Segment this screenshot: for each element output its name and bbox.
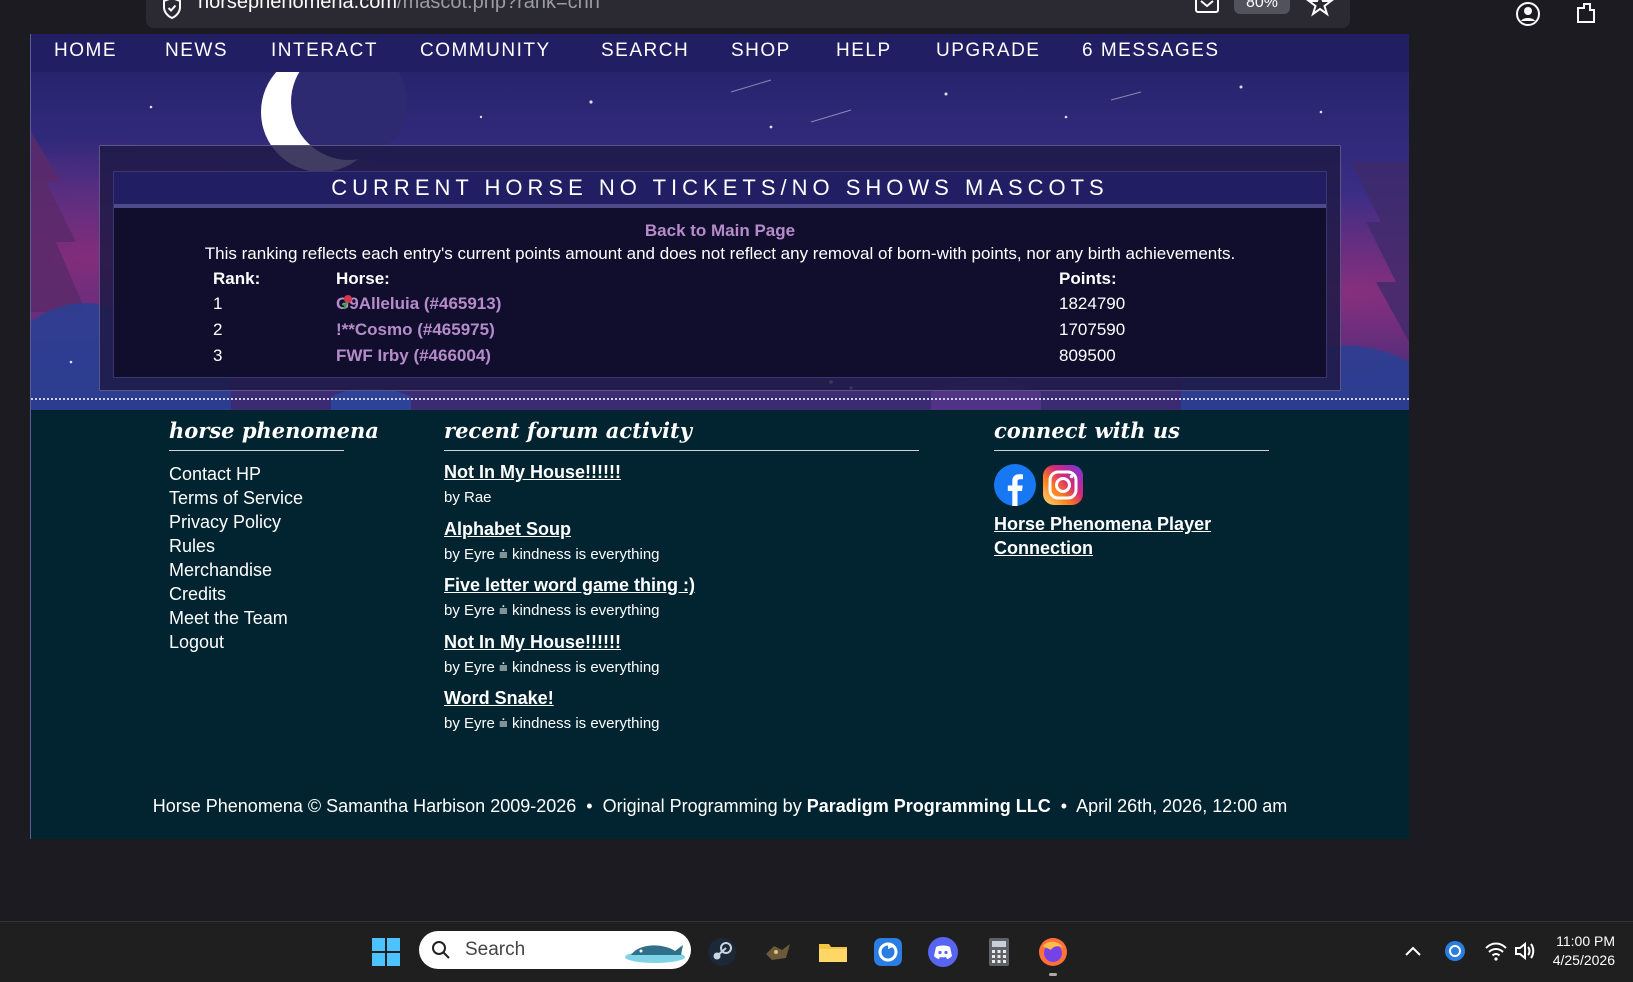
footer-rule	[444, 450, 919, 451]
rank-cell: 1	[213, 294, 223, 313]
forum-thread-link[interactable]: Not In My House!!!!!!	[444, 632, 621, 653]
horse-cell: G9Alleluia (#465913)	[336, 294, 501, 314]
forum-thread-author: by Eyre ⩧ kindness is everything	[444, 546, 660, 563]
footer-heading-site: horse phenomena	[169, 418, 379, 443]
points-cell: 1707590	[1059, 320, 1126, 339]
taskbar-search[interactable]: Search	[419, 931, 691, 969]
account-icon[interactable]	[1514, 0, 1542, 28]
main-nav: HOME NEWS INTERACT COMMUNITY SEARCH SHOP…	[31, 34, 1409, 72]
server-date: April 26th, 2026, 12:00 am	[1076, 796, 1288, 816]
footer-link-rules[interactable]: Rules	[169, 536, 215, 557]
save-to-pocket-icon[interactable]	[1194, 0, 1220, 14]
game-app-icon[interactable]	[762, 936, 794, 968]
back-to-main-link[interactable]: Back to Main Page	[114, 221, 1326, 241]
forum-thread-author: by Eyre ⩧ kindness is everything	[444, 659, 660, 676]
footer-link-logout[interactable]: Logout	[169, 632, 224, 653]
clock[interactable]: 11:00 PM 4/25/2026	[1553, 932, 1615, 970]
rank-header: Rank:	[213, 269, 261, 288]
forum-thread-author: by Eyre ⩧ kindness is everything	[444, 715, 660, 732]
footer-heading-connect: connect with us	[994, 418, 1180, 443]
rank-cell: 2	[213, 320, 223, 339]
footer-link-team[interactable]: Meet the Team	[169, 608, 288, 629]
forum-thread-link[interactable]: Not In My House!!!!!!	[444, 462, 621, 483]
shield-icon[interactable]	[160, 0, 184, 20]
nav-home[interactable]: HOME	[54, 40, 117, 62]
discord-icon[interactable]	[927, 936, 959, 968]
nav-search[interactable]: SEARCH	[601, 40, 689, 62]
forum-thread-link[interactable]: Alphabet Soup	[444, 519, 571, 540]
nav-news[interactable]: NEWS	[165, 40, 228, 62]
firefox-icon[interactable]	[1037, 936, 1069, 968]
address-bar[interactable]: horsephenomena.com/mascot.php?rank=chn 8…	[146, 0, 1350, 28]
forum-thread-author: by Eyre ⩧ kindness is everything	[444, 602, 660, 619]
file-explorer-icon[interactable]	[817, 936, 849, 968]
nav-community[interactable]: COMMUNITY	[420, 40, 551, 62]
points-cell: 809500	[1059, 346, 1116, 365]
page-content: HOME NEWS INTERACT COMMUNITY SEARCH SHOP…	[31, 34, 1409, 839]
active-app-indicator	[1049, 973, 1057, 976]
ranking-panel-frame: CURRENT HORSE NO TICKETS/NO SHOWS MASCOT…	[99, 145, 1341, 391]
search-icon	[432, 941, 450, 959]
rank-cell: 3	[213, 346, 223, 365]
footer-divider	[31, 398, 1409, 400]
rose-icon	[341, 295, 352, 310]
horse-link[interactable]: !**Cosmo (#465975)	[336, 320, 495, 339]
whale-highlight-icon	[625, 945, 685, 963]
points-header: Points:	[1059, 269, 1117, 288]
sync-tray-icon[interactable]	[1444, 940, 1466, 962]
ranking-panel: CURRENT HORSE NO TICKETS/NO SHOWS MASCOT…	[113, 171, 1327, 378]
footer-link-merchandise[interactable]: Merchandise	[169, 560, 272, 581]
bookmark-star-icon[interactable]	[1306, 0, 1334, 18]
clock-date: 4/25/2026	[1552, 952, 1615, 968]
copyright-text: Horse Phenomena © Samantha Harbison 2009…	[152, 796, 577, 816]
panel-title: CURRENT HORSE NO TICKETS/NO SHOWS MASCOT…	[114, 172, 1326, 208]
chevron-up-icon[interactable]	[1402, 940, 1424, 962]
nav-shop[interactable]: SHOP	[731, 40, 791, 62]
footer-link-contact[interactable]: Contact HP	[169, 464, 261, 485]
facebook-icon[interactable]	[994, 464, 1036, 506]
footer-link-privacy[interactable]: Privacy Policy	[169, 512, 281, 533]
nav-messages[interactable]: 6 MESSAGES	[1082, 40, 1220, 62]
clock-time: 11:00 PM	[1556, 933, 1615, 949]
footer-rule	[994, 450, 1269, 451]
instagram-icon[interactable]	[1042, 464, 1084, 506]
wifi-icon[interactable]	[1484, 940, 1508, 962]
points-cell: 1824790	[1059, 294, 1126, 313]
forum-thread-author: by Rae	[444, 489, 492, 506]
search-placeholder: Search	[465, 939, 526, 960]
windows-start-icon[interactable]	[370, 936, 402, 968]
horse-cell: !**Cosmo (#465975)	[336, 320, 495, 340]
forum-thread-link[interactable]: Word Snake!	[444, 688, 554, 709]
programming-credit: Original Programming by	[602, 796, 802, 816]
footer-link-terms[interactable]: Terms of Service	[169, 488, 303, 509]
night-sky-banner: CURRENT HORSE NO TICKETS/NO SHOWS MASCOT…	[31, 72, 1409, 410]
extensions-icon[interactable]	[1572, 0, 1598, 26]
sync-app-icon[interactable]	[872, 936, 904, 968]
nav-interact[interactable]: INTERACT	[271, 40, 378, 62]
copyright-line: Horse Phenomena © Samantha Harbison 2009…	[31, 796, 1409, 817]
company-link[interactable]: Paradigm Programming LLC	[807, 796, 1051, 816]
steam-icon[interactable]	[706, 936, 738, 968]
nav-upgrade[interactable]: UPGRADE	[936, 40, 1040, 62]
horse-link[interactable]: FWF Irby (#466004)	[336, 346, 491, 365]
forum-thread-link[interactable]: Five letter word game thing :)	[444, 575, 695, 596]
footer-heading-forum: recent forum activity	[444, 418, 692, 443]
url-text[interactable]: horsephenomena.com/mascot.php?rank=chn	[198, 0, 600, 14]
windows-taskbar: Search 11:00 PM 4/25/2026	[0, 921, 1633, 982]
volume-icon[interactable]	[1513, 940, 1537, 962]
browser-chrome: horsephenomena.com/mascot.php?rank=chn 8…	[0, 0, 1633, 34]
ranking-notice: This ranking reflects each entry's curre…	[204, 244, 1236, 263]
horse-header: Horse:	[336, 269, 390, 288]
footer-link-credits[interactable]: Credits	[169, 584, 226, 605]
horse-cell: FWF Irby (#466004)	[336, 346, 491, 366]
nav-help[interactable]: HELP	[836, 40, 892, 62]
horse-link[interactable]: G9Alleluia (#465913)	[336, 294, 501, 313]
footer-rule	[169, 450, 344, 451]
calculator-icon[interactable]	[983, 936, 1015, 968]
zoom-level-badge[interactable]: 80%	[1233, 0, 1290, 14]
player-connection-link[interactable]: Horse Phenomena Player Connection	[994, 512, 1254, 560]
separator: •	[586, 796, 593, 816]
separator: •	[1060, 796, 1068, 816]
